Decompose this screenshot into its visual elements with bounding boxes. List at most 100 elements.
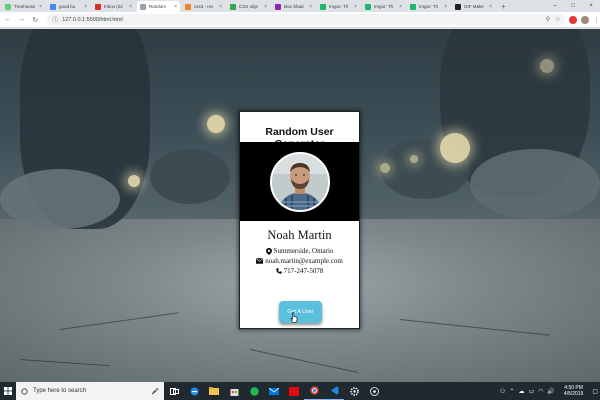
tab-title: Box Shad <box>284 4 304 9</box>
tab-close-icon[interactable]: × <box>219 4 222 10</box>
browser-tab[interactable]: Imgur: Th × <box>362 1 405 12</box>
tray-chevron-icon[interactable]: ⌃ <box>509 388 514 395</box>
tab-title: Imgur: Th <box>374 4 394 9</box>
tab-title: good bu <box>59 4 76 9</box>
browser-tab[interactable]: Random × <box>137 1 180 12</box>
url-text[interactable]: 127.0.0.1:5500/html.html <box>62 17 540 23</box>
tab-favicon-icon <box>365 3 371 10</box>
spotify-icon[interactable] <box>244 382 264 400</box>
extension-icon[interactable] <box>569 15 578 24</box>
browser-tab[interactable]: css3 - Ho × <box>182 1 225 12</box>
browser-toolbar: ← → ↻ ⓘ 127.0.0.1:5500/html.html ⚲ ☆ ⋮ <box>0 12 600 28</box>
battery-icon[interactable]: ▭ <box>528 388 534 395</box>
task-view-icon[interactable] <box>164 382 184 400</box>
taskbar: Type here to search 🎤 ⚇ ⌃ ☁ ▭ ◠ 🔊 4:50 P… <box>0 382 600 400</box>
wifi-icon[interactable]: ◠ <box>538 388 543 395</box>
tab-close-icon[interactable]: × <box>84 4 87 10</box>
file-explorer-icon[interactable] <box>204 382 224 400</box>
tab-close-icon[interactable]: × <box>444 4 447 10</box>
vscode-icon[interactable] <box>324 382 344 400</box>
user-location: Summerside, Ontario <box>273 247 334 255</box>
get-user-button[interactable]: Get A User <box>279 301 322 323</box>
notifications-icon[interactable]: ▢ <box>592 388 598 395</box>
new-tab-button[interactable]: + <box>501 2 506 11</box>
tab-close-icon[interactable]: × <box>399 4 402 10</box>
profile-avatar[interactable] <box>581 15 590 24</box>
tab-title: Imgur: Th <box>329 4 349 9</box>
reload-button[interactable]: ↻ <box>29 16 41 24</box>
chrome-icon[interactable] <box>304 382 324 400</box>
browser-tab[interactable]: good bu × <box>47 1 90 12</box>
start-button[interactable] <box>0 382 16 400</box>
info-icon[interactable]: ⓘ <box>52 15 58 24</box>
background-shoe <box>470 149 600 219</box>
user-phone: 717-247-5078 <box>283 267 324 275</box>
tab-favicon-icon <box>50 3 56 10</box>
tab-close-icon[interactable]: × <box>264 4 267 10</box>
taskbar-search[interactable]: Type here to search 🎤 <box>16 382 164 400</box>
tab-favicon-icon <box>230 3 236 10</box>
hand-cursor-icon <box>290 312 298 323</box>
background-light <box>207 115 225 133</box>
map-marker-icon <box>265 247 272 255</box>
chrome-menu-icon[interactable]: ⋮ <box>593 16 600 24</box>
tab-favicon-icon <box>140 3 146 10</box>
clock-date: 4/5/2019 <box>563 391 584 397</box>
background-light <box>380 163 390 173</box>
search-icon <box>21 387 28 395</box>
microphone-icon[interactable]: 🎤 <box>152 388 159 395</box>
tab-close-icon[interactable]: × <box>129 4 132 10</box>
store-icon[interactable] <box>224 382 244 400</box>
bookmark-star-icon[interactable]: ☆ <box>555 16 560 23</box>
tab-close-icon[interactable]: × <box>309 4 312 10</box>
tab-title: Random <box>149 4 167 9</box>
tab-favicon-icon <box>185 3 191 10</box>
close-window-button[interactable]: × <box>582 0 600 12</box>
background-light <box>410 155 418 163</box>
edge-icon[interactable] <box>184 382 204 400</box>
tab-close-icon[interactable]: × <box>489 4 492 10</box>
browser-tab[interactable]: Imgur: Th × <box>317 1 360 12</box>
clock[interactable]: 4:50 PM 4/5/2019 <box>562 385 585 397</box>
browser-tab[interactable]: CSS obje × <box>227 1 270 12</box>
music-player-icon[interactable] <box>364 382 384 400</box>
zoom-icon[interactable]: ⚲ <box>546 16 550 23</box>
minimize-button[interactable]: – <box>546 0 564 12</box>
forward-button[interactable]: → <box>16 16 28 23</box>
phone-icon <box>275 268 282 274</box>
envelope-icon <box>256 258 264 264</box>
tab-title: css3 - Ho <box>194 4 214 9</box>
background-light <box>540 59 554 73</box>
tab-favicon-icon <box>410 3 416 10</box>
window-controls: – □ × <box>546 0 600 12</box>
mail-icon[interactable] <box>264 382 284 400</box>
windows-logo-icon <box>4 387 12 395</box>
netflix-icon[interactable] <box>284 382 304 400</box>
tab-close-icon[interactable]: × <box>39 4 42 10</box>
tab-close-icon[interactable]: × <box>354 4 357 10</box>
tab-close-icon[interactable]: × <box>174 4 177 10</box>
onedrive-icon[interactable]: ☁ <box>518 388 524 395</box>
user-name: Noah Martin <box>267 228 332 242</box>
photo-band <box>240 142 359 221</box>
people-icon[interactable]: ⚇ <box>500 388 505 395</box>
tab-title: Treehouse <box>14 4 36 9</box>
browser-tab[interactable]: Box Shad × <box>272 1 315 12</box>
browser-tab[interactable]: Imgur: Th × <box>407 1 450 12</box>
search-placeholder[interactable]: Type here to search <box>33 388 152 394</box>
user-photo <box>271 153 328 210</box>
address-bar[interactable]: ⓘ 127.0.0.1:5500/html.html ⚲ ☆ <box>47 14 566 25</box>
tab-favicon-icon <box>5 3 11 10</box>
user-avatar <box>269 151 330 212</box>
maximize-button[interactable]: □ <box>564 0 582 12</box>
phone-row: 717-247-5078 <box>240 267 359 275</box>
settings-icon[interactable] <box>344 382 364 400</box>
browser-tab[interactable]: GIF Make × <box>452 1 495 12</box>
email-row: noah.martin@example.com <box>240 257 359 265</box>
browser-tab[interactable]: Treehouse × <box>2 1 45 12</box>
browser-tab[interactable]: Inbox (22 × <box>92 1 135 12</box>
tab-favicon-icon <box>275 3 281 10</box>
back-button[interactable]: ← <box>2 16 14 23</box>
tab-favicon-icon <box>455 3 461 10</box>
volume-icon[interactable]: 🔊 <box>547 388 554 395</box>
